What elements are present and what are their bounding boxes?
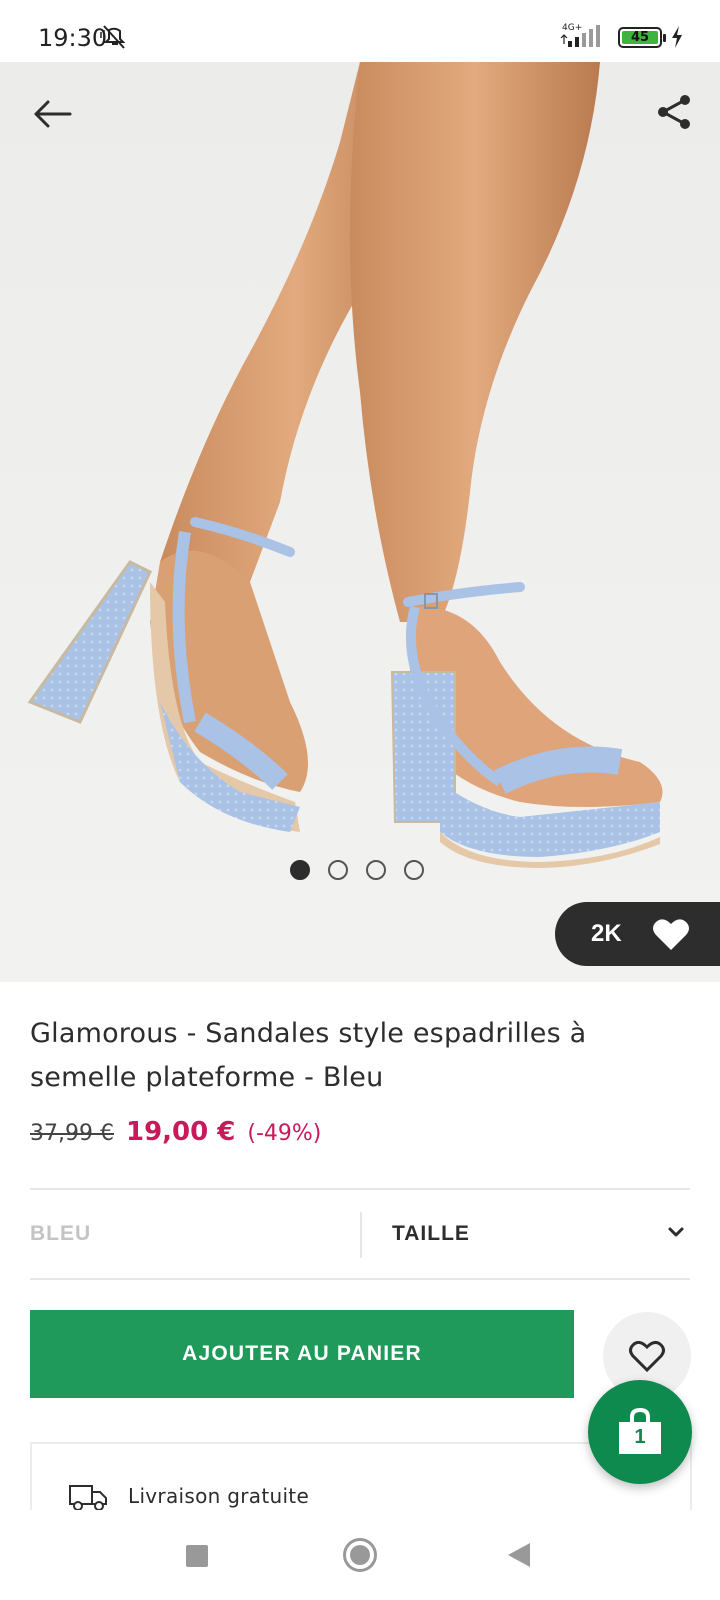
back-icon[interactable] — [508, 1543, 530, 1567]
price-row: 37,99 € 19,00 € (-49%) — [30, 1117, 321, 1147]
status-bar: 19:30 4G+ 45 — [0, 0, 720, 62]
carousel-indicator — [290, 860, 424, 880]
truck-icon — [69, 1485, 107, 1511]
selector-divider — [360, 1212, 362, 1258]
share-icon — [658, 95, 690, 129]
carousel-dot-1[interactable] — [290, 860, 310, 880]
recent-apps-icon[interactable] — [186, 1545, 208, 1567]
system-nav-bar — [0, 1510, 720, 1600]
sale-price: 19,00 € — [125, 1117, 236, 1147]
battery-icon: 45 — [618, 27, 666, 48]
original-price: 37,99 € — [30, 1121, 114, 1146]
heart-filled-icon — [652, 919, 689, 950]
arrow-left-icon — [34, 100, 72, 128]
divider — [30, 1278, 690, 1280]
carousel-dot-4[interactable] — [404, 860, 424, 880]
carousel-dot-2[interactable] — [328, 860, 348, 880]
product-title: Glamorous - Sandales style espadrilles à… — [30, 1018, 587, 1093]
signal-icon — [560, 25, 600, 47]
bag-count: 1 — [634, 1426, 646, 1448]
chevron-down-icon[interactable] — [664, 1220, 688, 1244]
status-time: 19:30 — [38, 24, 108, 52]
discount-percent: (-49%) — [247, 1121, 322, 1146]
favorites-counter-button[interactable]: 2K — [555, 902, 720, 966]
charging-icon — [672, 26, 682, 48]
heart-outline-icon — [629, 1340, 665, 1373]
product-image-carousel[interactable]: 2K — [0, 62, 720, 982]
variant-selector: BLEU TAILLE — [30, 1190, 690, 1280]
battery-level: 45 — [630, 30, 650, 45]
back-button[interactable] — [30, 92, 74, 136]
product-photo — [0, 62, 720, 982]
carousel-dot-3[interactable] — [366, 860, 386, 880]
favorites-count: 2K — [591, 920, 622, 947]
add-to-cart-button[interactable]: AJOUTER AU PANIER — [30, 1310, 574, 1398]
shopping-bag-button[interactable]: 1 — [588, 1380, 692, 1484]
size-selector[interactable]: TAILLE — [392, 1222, 470, 1246]
color-selector: BLEU — [30, 1222, 92, 1245]
home-icon[interactable] — [343, 1538, 377, 1572]
share-button[interactable] — [652, 90, 696, 134]
add-to-cart-label: AJOUTER AU PANIER — [182, 1342, 422, 1365]
mute-icon — [100, 25, 126, 49]
delivery-text: Livraison gratuite — [128, 1484, 310, 1508]
